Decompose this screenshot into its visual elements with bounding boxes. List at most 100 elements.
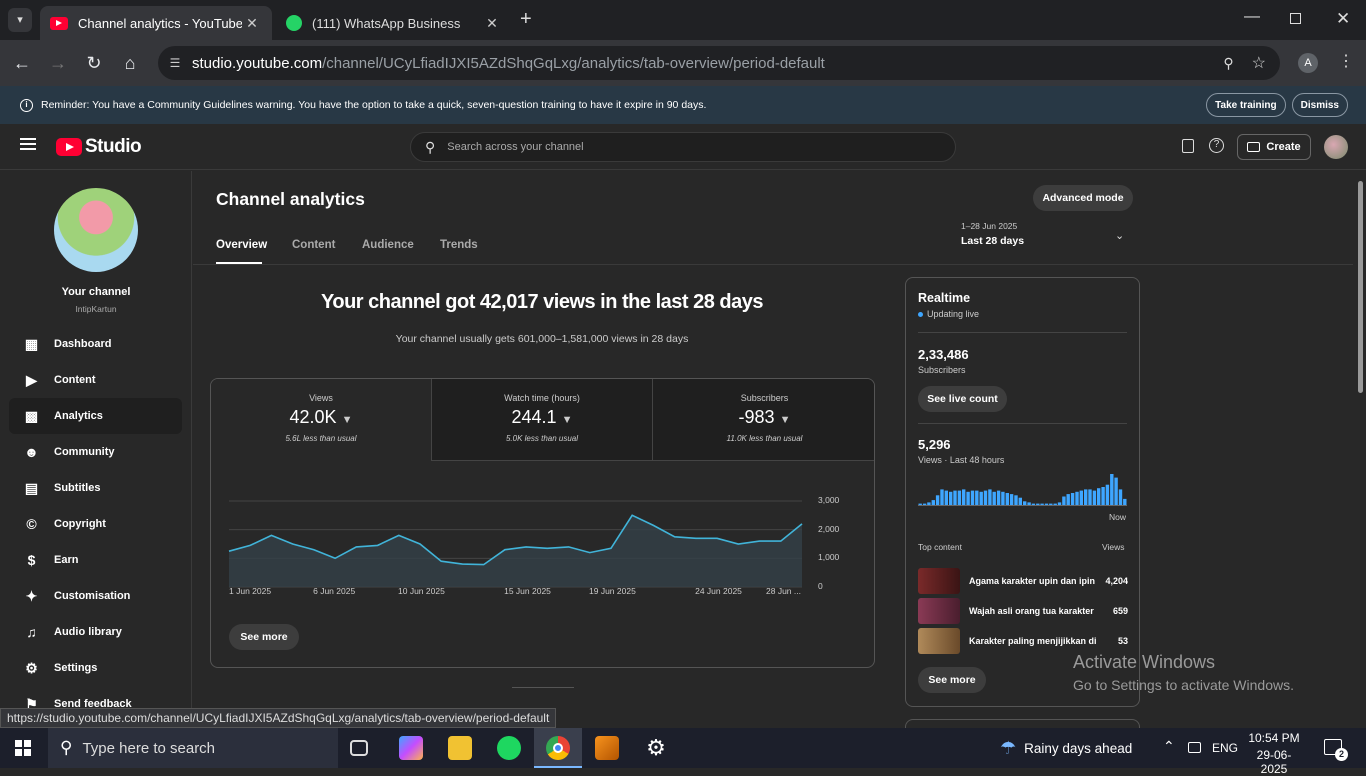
top-content-item[interactable]: Agama karakter upin dan ipin 4,204	[918, 568, 1128, 594]
dismiss-button[interactable]: Dismiss	[1291, 93, 1348, 117]
period-selector[interactable]: 1–28 Jun 2025 Last 28 days ⌄	[961, 221, 1135, 255]
close-tab-icon[interactable]: ✕	[242, 15, 262, 32]
search-icon: ⚲	[60, 738, 73, 757]
tab-whatsapp[interactable]: (111) WhatsApp Business ✕	[276, 6, 512, 40]
x-tick-label: 10 Jun 2025	[398, 586, 445, 596]
sidebar-item-copyright[interactable]: © Copyright	[9, 506, 182, 542]
close-window-icon[interactable]: ✕	[1336, 9, 1350, 29]
taskbar-search-input[interactable]: ⚲ Type here to search	[48, 728, 338, 768]
address-bar[interactable]: ☰ studio.youtube.com /channel/UCyLfiadIJ…	[158, 46, 1280, 80]
sidebar-item-customisation[interactable]: ✦ Customisation	[9, 578, 182, 614]
language-indicator[interactable]: ENG	[1212, 741, 1238, 755]
see-more-button[interactable]: See more	[229, 624, 299, 650]
realtime-title: Realtime	[918, 291, 971, 305]
profile-avatar[interactable]: A	[1298, 53, 1318, 73]
task-view-icon[interactable]	[350, 740, 368, 756]
sidebar-item-earn[interactable]: $ Earn	[9, 542, 182, 578]
see-live-count-button[interactable]: See live count	[918, 386, 1007, 412]
sidebar-item-label: Dashboard	[54, 338, 112, 350]
video-title: Agama karakter upin dan ipin	[969, 576, 1096, 586]
x-tick-label: 15 Jun 2025	[504, 586, 551, 596]
notification-badge: 2	[1335, 748, 1348, 761]
clock-date: 29-06-2025	[1256, 748, 1292, 776]
views-chart	[228, 500, 803, 588]
fl-studio-icon[interactable]	[595, 736, 619, 760]
file-explorer-icon[interactable]	[448, 736, 472, 760]
realtime-bar	[1014, 495, 1018, 506]
realtime-views-count: 5,296	[918, 437, 951, 452]
hamburger-menu-icon[interactable]	[20, 138, 36, 150]
channel-title: Your channel	[61, 286, 131, 298]
y-tick-label: 1,000	[818, 552, 840, 563]
realtime-bar	[1066, 494, 1070, 506]
sidebar-item-label: Copyright	[54, 518, 106, 530]
sidebar-item-settings[interactable]: ⚙ Settings	[9, 650, 182, 686]
sidebar-item-community[interactable]: ☻ Community	[9, 434, 182, 470]
create-video-icon	[1247, 142, 1261, 152]
zoom-icon[interactable]: ⚲	[1223, 55, 1233, 72]
live-dot-icon	[918, 311, 923, 317]
banner-text: Reminder: You have a Community Guideline…	[41, 99, 707, 111]
sidebar-item-subtitles[interactable]: ▤ Subtitles	[9, 470, 182, 506]
tab-youtube-studio[interactable]: Channel analytics - YouTube Studio ✕	[40, 6, 272, 40]
chevron-up-icon[interactable]: ⌃	[1163, 738, 1175, 755]
scrollbar-thumb[interactable]	[1358, 181, 1363, 393]
minimize-icon[interactable]: —	[1244, 8, 1260, 26]
video-views: 53	[1117, 636, 1128, 646]
video-views: 659	[1112, 606, 1128, 616]
realtime-bar	[1079, 490, 1083, 506]
new-tab-icon[interactable]: +	[520, 8, 532, 31]
period-range: 1–28 Jun 2025	[961, 221, 1018, 231]
windows-start-icon[interactable]	[15, 740, 31, 756]
home-icon[interactable]: ⌂	[118, 51, 142, 75]
back-icon[interactable]: ←	[10, 51, 34, 75]
restore-icon[interactable]	[1290, 13, 1301, 24]
top-content-item[interactable]: Karakter paling menjijikkan di 53	[918, 628, 1128, 654]
realtime-see-more-button[interactable]: See more	[918, 667, 986, 693]
sidebar-item-label: Community	[54, 446, 115, 458]
camera-icon[interactable]	[1188, 742, 1201, 753]
account-avatar[interactable]	[1324, 135, 1348, 159]
create-button[interactable]: Create	[1237, 134, 1311, 160]
youtube-icon	[50, 16, 68, 30]
windows-taskbar: ⚲ Type here to search ⚙ ☂ Rainy days ahe…	[0, 728, 1366, 776]
top-content-item[interactable]: Wajah asli orang tua karakter 659	[918, 598, 1128, 624]
info-icon: i	[20, 98, 33, 112]
video-thumbnail	[918, 598, 960, 624]
sidebar-item-content[interactable]: ▶ Content	[9, 362, 182, 398]
y-tick-label: 2,000	[818, 523, 840, 534]
y-tick-label: 3,000	[818, 495, 840, 505]
bookmark-star-icon[interactable]: ☆	[1252, 53, 1266, 73]
help-icon[interactable]: ?	[1209, 138, 1224, 153]
channel-avatar[interactable]	[54, 188, 138, 272]
settings-gear-icon[interactable]: ⚙	[644, 736, 668, 760]
page-scrollbar[interactable]	[1355, 171, 1366, 728]
browser-menu-icon[interactable]: ⋮	[1338, 51, 1354, 71]
chrome-taskbar-item[interactable]	[534, 728, 582, 768]
y-tick-label: 0	[818, 581, 823, 591]
advanced-mode-button[interactable]: Advanced mode	[1033, 185, 1133, 211]
forward-icon[interactable]: →	[46, 51, 70, 75]
reload-icon[interactable]: ↻	[82, 51, 106, 75]
sidebar-item-analytics[interactable]: ▩ Analytics	[9, 398, 182, 434]
close-tab-icon[interactable]: ✕	[482, 15, 502, 32]
video-title: Wajah asli orang tua karakter	[969, 606, 1094, 616]
studio-logo[interactable]: Studio	[56, 136, 142, 158]
subscriber-label: Subscribers	[918, 365, 966, 375]
realtime-bar	[966, 491, 970, 506]
spotify-icon[interactable]	[497, 736, 521, 760]
sidebar-item-dashboard[interactable]: ▦ Dashboard	[9, 326, 182, 362]
weather-widget[interactable]: ☂ Rainy days ahead	[1000, 728, 1132, 768]
system-clock[interactable]: 10:54 PM 29-06-2025	[1244, 731, 1304, 776]
tab-search-button[interactable]: ▾	[8, 8, 32, 32]
realtime-bar	[944, 490, 948, 506]
take-training-button[interactable]: Take training	[1206, 93, 1286, 117]
realtime-bar	[970, 490, 975, 506]
realtime-bar	[979, 491, 983, 506]
copilot-icon[interactable]	[399, 736, 423, 760]
site-info-icon[interactable]: ☰	[158, 56, 192, 70]
search-input[interactable]: ⚲ Search across your channel	[410, 132, 956, 162]
feedback-icon[interactable]	[1182, 139, 1194, 153]
sidebar-item-audio-library[interactable]: ♫ Audio library	[9, 614, 182, 650]
watermark-line2: Go to Settings to activate Windows.	[1073, 677, 1294, 693]
